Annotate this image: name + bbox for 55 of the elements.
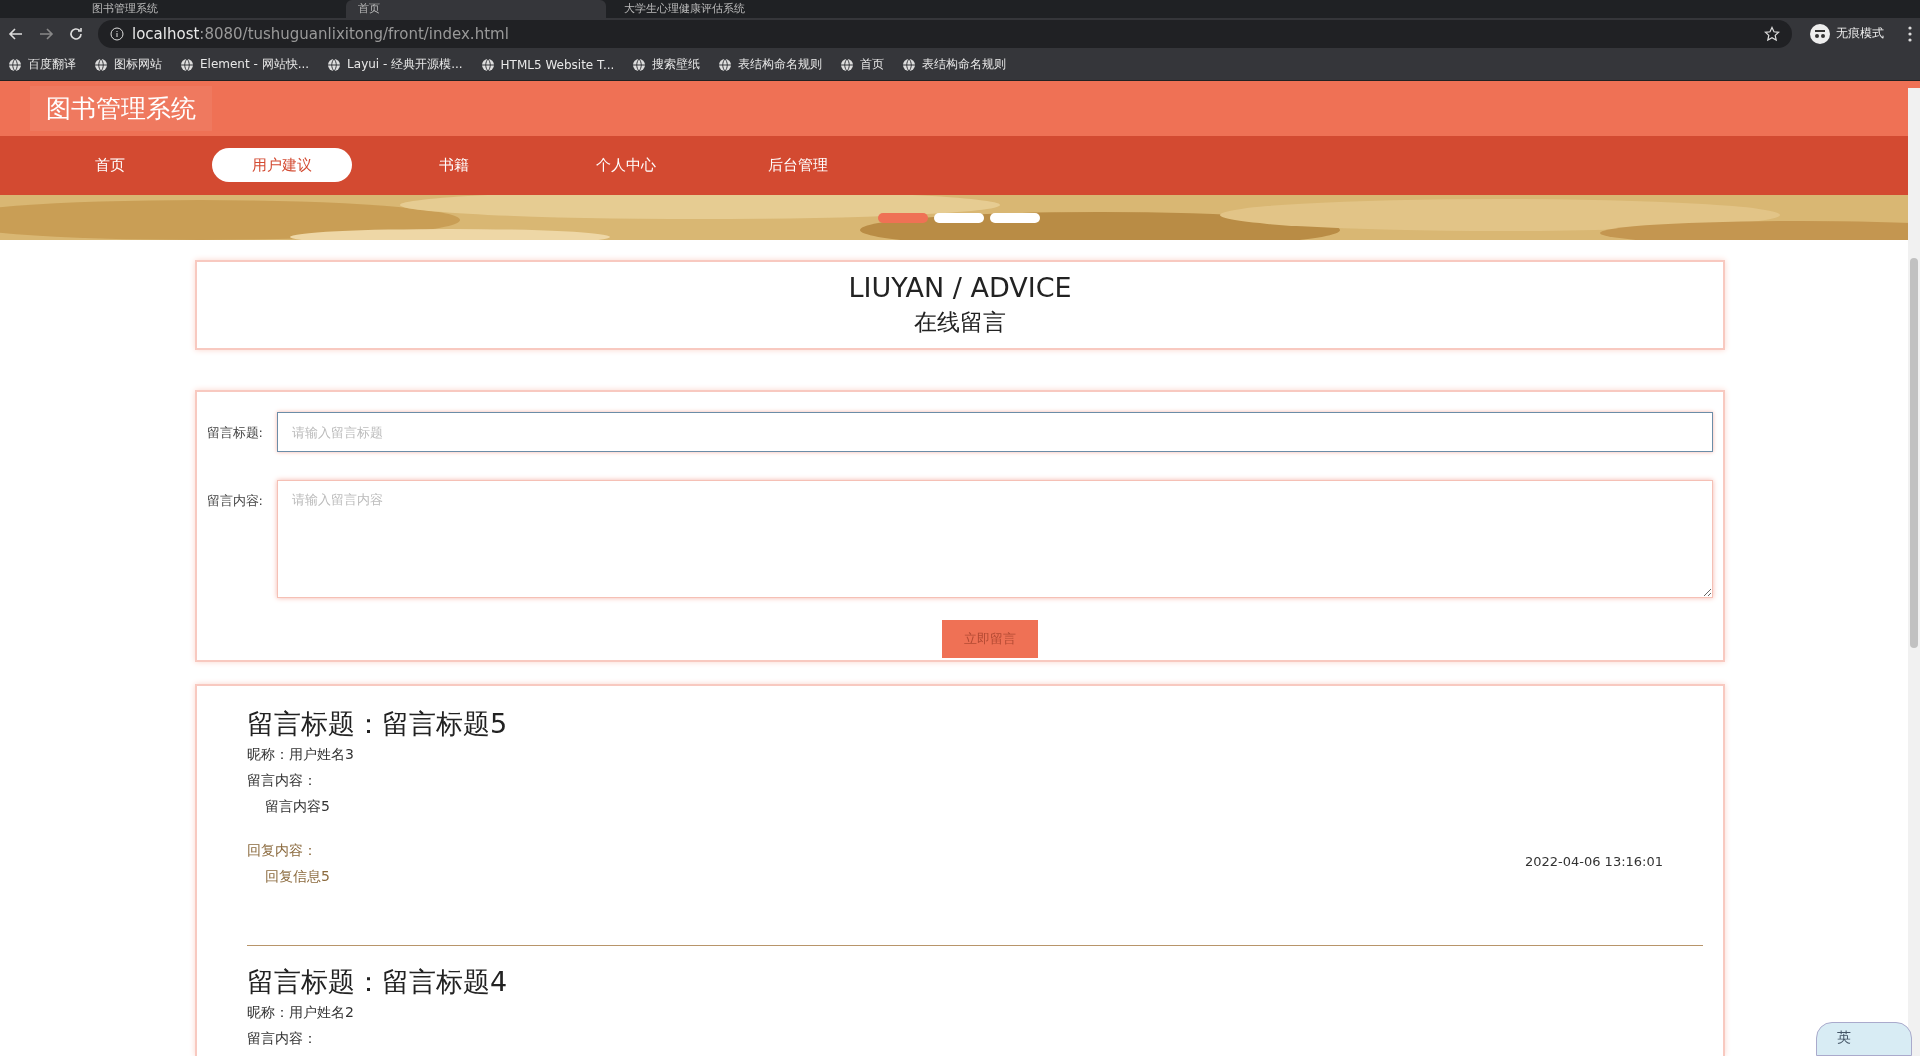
browser-tab[interactable]: 图书管理系统 bbox=[80, 0, 340, 19]
globe-icon bbox=[902, 57, 917, 72]
field-label: 留言内容: bbox=[205, 492, 263, 510]
scrollbar[interactable] bbox=[1908, 88, 1920, 1056]
back-icon[interactable] bbox=[8, 25, 24, 42]
message-time: 2022-04-06 13:16:01 bbox=[1524, 854, 1663, 869]
message-title: 留言标题：留言标题4 bbox=[247, 965, 509, 999]
bookmark[interactable]: 图标网站 bbox=[94, 56, 162, 74]
section-title: LIUYAN / ADVICE bbox=[848, 272, 1072, 303]
nav-item[interactable]: 个人中心 bbox=[556, 148, 696, 183]
globe-icon bbox=[632, 57, 647, 72]
content-field[interactable]: 请输入留言内容 bbox=[277, 480, 1713, 598]
reply-label: 回复内容： bbox=[247, 842, 317, 860]
nickname: 昵称：用户姓名3 bbox=[247, 746, 354, 764]
menu-icon[interactable] bbox=[1908, 25, 1912, 42]
message-title: 留言标题：留言标题5 bbox=[247, 707, 509, 741]
nav-item[interactable]: 后台管理 bbox=[728, 148, 868, 183]
bookmark[interactable]: HTML5 Website T... bbox=[480, 57, 615, 72]
field-label: 留言标题: bbox=[205, 424, 263, 442]
globe-icon bbox=[8, 57, 22, 72]
bookmark[interactable]: Element - 网站快... bbox=[180, 56, 310, 74]
bookmark[interactable]: 表结构命名规则 bbox=[718, 56, 823, 74]
star-icon[interactable] bbox=[1764, 25, 1780, 42]
message-content: 留言内容5 bbox=[265, 798, 330, 816]
globe-icon bbox=[840, 57, 855, 72]
info-icon[interactable] bbox=[110, 26, 124, 41]
ime-badge[interactable]: 英 bbox=[1816, 1022, 1912, 1056]
globe-icon bbox=[94, 57, 108, 72]
globe-icon bbox=[180, 57, 194, 72]
nav-item[interactable]: 书籍 bbox=[384, 148, 524, 183]
globe-icon bbox=[327, 57, 342, 72]
reload-icon[interactable] bbox=[68, 25, 84, 42]
site-title: 图书管理系统 bbox=[30, 85, 212, 131]
title-field[interactable]: 请输入留言标题 bbox=[277, 412, 1713, 452]
bookmark[interactable]: 表结构命名规则 bbox=[902, 56, 1007, 74]
bookmark[interactable]: Layui - 经典开源模... bbox=[327, 56, 463, 74]
nickname: 昵称：用户姓名2 bbox=[247, 1004, 354, 1022]
bookmark[interactable]: 百度翻译 bbox=[8, 56, 76, 74]
reply-content: 回复信息5 bbox=[265, 868, 330, 886]
bookmark[interactable]: 搜索壁纸 bbox=[632, 56, 701, 74]
globe-icon bbox=[718, 57, 733, 72]
url-text: localhost:8080/tushuguanlixitong/front/index.html bbox=[132, 24, 509, 43]
address-bar[interactable]: localhost:8080/tushuguanlixitong/front/index.html bbox=[98, 19, 1792, 48]
browser-tab[interactable]: 首页 bbox=[346, 0, 606, 19]
nav-item[interactable]: 用户建议 bbox=[212, 148, 352, 183]
profile-label: 无痕模式 bbox=[1836, 25, 1884, 43]
nav-item[interactable]: 首页 bbox=[40, 148, 180, 183]
content-label: 留言内容： bbox=[247, 1030, 317, 1048]
globe-icon bbox=[480, 57, 495, 72]
content-label: 留言内容： bbox=[247, 772, 317, 790]
incognito-icon[interactable] bbox=[1810, 23, 1830, 44]
bookmark[interactable]: 首页 bbox=[840, 56, 885, 74]
section-subtitle: 在线留言 bbox=[914, 308, 1006, 337]
forward-icon[interactable] bbox=[38, 25, 54, 42]
browser-tab[interactable]: 大学生心理健康评估系统 bbox=[612, 0, 872, 19]
